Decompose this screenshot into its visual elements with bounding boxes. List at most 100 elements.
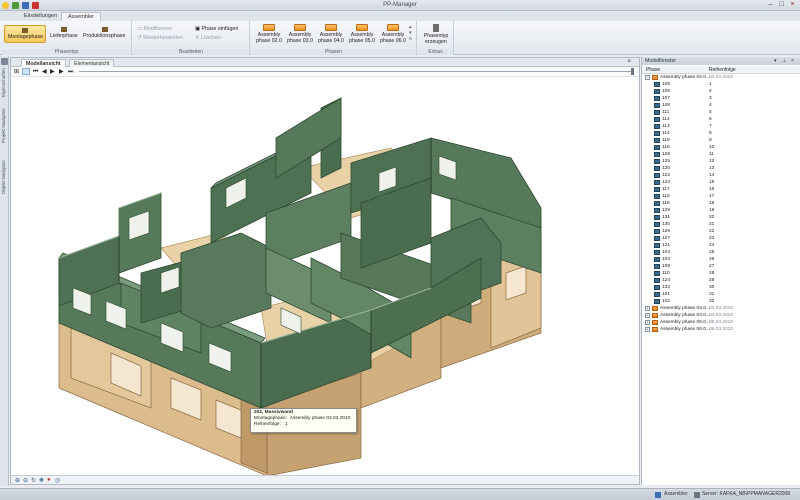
expand-toggle-icon[interactable]: −	[645, 75, 650, 80]
element-row[interactable]: 132 30	[642, 284, 800, 291]
element-tooltip: 202, Massivwand Montagephase: Assembly p…	[250, 408, 357, 433]
phase-row[interactable]: + Assembly phase 06.0... 06.03.2010	[642, 326, 800, 333]
element-row[interactable]: 109 27	[642, 263, 800, 270]
wiederherstellen-button[interactable]: ↺ Wiederherstellen	[137, 35, 183, 41]
side-tab-projekt-navigator[interactable]: Projekt Navigator	[1, 108, 8, 143]
side-tab-eigenschaften[interactable]: Eigenschaften	[1, 68, 8, 97]
panel-close-icon[interactable]: ×	[791, 57, 794, 65]
3d-viewport[interactable]: 202, Massivwand Montagephase: Assembly p…	[11, 78, 639, 476]
element-row[interactable]: 130 21	[642, 221, 800, 228]
phase-03-button[interactable]: Assembly phase 03.0	[285, 23, 315, 49]
panel-dropdown-icon[interactable]: ▾	[774, 57, 777, 65]
element-row[interactable]: 128 11	[642, 151, 800, 158]
tooltip-line-order: Reihenfolge: 1	[254, 422, 288, 427]
modifizieren-button[interactable]: ▭ Modifizieren	[137, 26, 172, 32]
rotate-icon[interactable]: ↻	[31, 477, 36, 484]
phase-02-button[interactable]: Assembly phase 02.0	[254, 23, 284, 49]
element-icon	[654, 236, 660, 241]
element-row[interactable]: 125 12	[642, 158, 800, 165]
col-order[interactable]: Reihenfolge	[709, 66, 736, 74]
element-row[interactable]: 121 24	[642, 242, 800, 249]
pane-close-icon[interactable]: ×	[627, 59, 631, 65]
phase-05-button[interactable]: Assembly phase 05.0	[347, 23, 377, 49]
tab-assembler[interactable]: Assembler	[61, 12, 101, 21]
gallery-scroll-icon[interactable]: ▴ ▾ ≡	[409, 24, 412, 42]
minimize-icon[interactable]: –	[766, 1, 775, 9]
timeline-thumb[interactable]	[631, 68, 634, 75]
element-row[interactable]: 123 15	[642, 179, 800, 186]
expand-toggle-icon[interactable]: +	[645, 313, 650, 318]
element-row[interactable]: 106 2	[642, 88, 800, 95]
prev-icon[interactable]: ◀	[42, 69, 47, 75]
element-order: 28	[709, 271, 715, 276]
element-row[interactable]: 129 19	[642, 207, 800, 214]
element-row[interactable]: 105 1	[642, 81, 800, 88]
tab-elementansicht[interactable]: Elementansicht	[69, 59, 115, 67]
element-icon	[654, 243, 660, 248]
element-row[interactable]: 119 9	[642, 137, 800, 144]
phase-row[interactable]: + Assembly phase 03.0... 03.03.2010	[642, 305, 800, 312]
element-row[interactable]: 126 22	[642, 228, 800, 235]
element-row[interactable]: 102 32	[642, 298, 800, 305]
element-row[interactable]: 103 26	[642, 256, 800, 263]
panel-title: Modellfenster	[645, 58, 677, 64]
element-row[interactable]: 116 18	[642, 200, 800, 207]
element-row[interactable]: 114 8	[642, 130, 800, 137]
first-icon[interactable]: ⏮	[33, 69, 38, 75]
produktionsphase-button[interactable]: Produktionsphase	[81, 25, 129, 43]
group-phasentyp: Montagephase Lieferphase Produktionsphas…	[2, 21, 132, 55]
select-icon[interactable]	[22, 68, 30, 75]
element-row[interactable]: 131 20	[642, 214, 800, 221]
element-row[interactable]: 101 31	[642, 291, 800, 298]
group-label: Phasentyp	[2, 49, 131, 55]
side-tab-objekt-navigator[interactable]: Objekt Navigator	[1, 160, 8, 194]
element-row[interactable]: 104 25	[642, 249, 800, 256]
phase-row[interactable]: − Assembly phase 02.0... 02.03.2010	[642, 74, 800, 81]
lieferphase-button[interactable]: Lieferphase	[48, 25, 80, 43]
element-row[interactable]: 122 14	[642, 172, 800, 179]
expand-toggle-icon[interactable]: +	[645, 320, 650, 325]
element-row[interactable]: 115 17	[642, 193, 800, 200]
element-row[interactable]: 120 13	[642, 165, 800, 172]
phase-einfuegen-button[interactable]: ▣ Phase einfügen	[195, 26, 238, 32]
montagephase-button[interactable]: Montagephase	[4, 25, 46, 43]
element-name: 101	[662, 292, 671, 297]
maximize-icon[interactable]: □	[777, 1, 786, 9]
element-row[interactable]: 107 3	[642, 95, 800, 102]
next-icon[interactable]: ▶	[59, 69, 64, 75]
phasentyp-erzeugen-button[interactable]: Phasentyp erzeugen	[420, 23, 452, 49]
element-name: 109	[662, 264, 671, 269]
phase-name: Assembly phase 05.0...	[660, 320, 710, 325]
pin-icon[interactable]	[1, 58, 8, 65]
loeschen-button[interactable]: ✕ Löschen	[195, 35, 221, 41]
view-icon[interactable]: ⊞	[14, 69, 19, 75]
col-phase[interactable]: Phase	[646, 66, 660, 74]
tab-modellansicht[interactable]: Modellansicht	[21, 59, 66, 67]
play-icon[interactable]: ▶	[50, 69, 55, 75]
zoom-out-icon[interactable]: ⊖	[23, 477, 28, 484]
timeline-slider[interactable]	[79, 71, 631, 72]
tab-einstellungen[interactable]: Einstellungen	[18, 12, 63, 21]
element-row[interactable]: 110 28	[642, 270, 800, 277]
phase-06-button[interactable]: Assembly phase 06.0	[378, 23, 408, 49]
element-row[interactable]: 117 16	[642, 186, 800, 193]
fit-icon[interactable]: ◎	[55, 477, 60, 484]
expand-toggle-icon[interactable]: +	[645, 306, 650, 311]
element-row[interactable]: 127 23	[642, 235, 800, 242]
phase-row[interactable]: + Assembly phase 05.0... 05.03.2010	[642, 319, 800, 326]
phase-04-button[interactable]: Assembly phase 04.0	[316, 23, 346, 49]
element-row[interactable]: 118 10	[642, 144, 800, 151]
last-icon[interactable]: ⏭	[68, 69, 73, 75]
close-icon[interactable]: ×	[788, 1, 797, 9]
phase-row[interactable]: + Assembly phase 04.0... 04.03.2010	[642, 312, 800, 319]
reset-icon[interactable]: ●	[47, 477, 51, 483]
element-row[interactable]: 124 29	[642, 277, 800, 284]
panel-pin-icon[interactable]: ⊥	[782, 57, 786, 65]
element-row[interactable]: 108 4	[642, 102, 800, 109]
element-row[interactable]: 112 6	[642, 116, 800, 123]
pan-icon[interactable]: ✥	[39, 477, 44, 484]
element-row[interactable]: 113 7	[642, 123, 800, 130]
expand-toggle-icon[interactable]: +	[645, 327, 650, 332]
element-row[interactable]: 111 5	[642, 109, 800, 116]
zoom-in-icon[interactable]: ⊕	[15, 477, 20, 484]
